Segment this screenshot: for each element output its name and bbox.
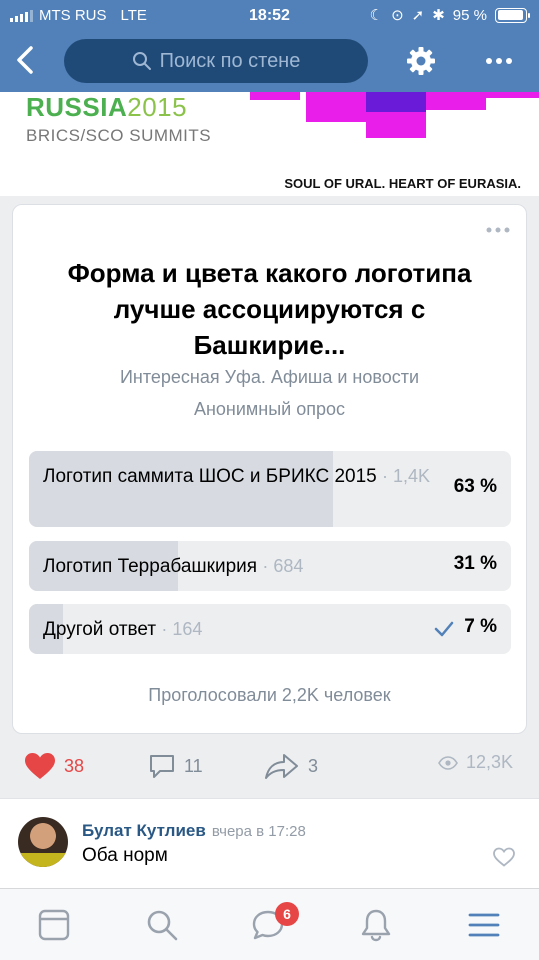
tab-notifications[interactable] <box>358 907 394 943</box>
eye-icon <box>438 755 458 770</box>
messages-badge: 6 <box>275 902 299 926</box>
poll-option-label: Логотип Террабашкирия <box>43 556 258 577</box>
poll-option-label: Логотип саммита ШОС и БРИКС 2015 <box>43 466 377 487</box>
heart-icon <box>25 753 55 779</box>
comment-text: Оба норм <box>82 845 168 866</box>
like-button[interactable]: 38 <box>24 752 84 780</box>
post-actions: 38 11 3 12,3K <box>0 742 539 792</box>
tab-news[interactable] <box>36 907 72 943</box>
poll-option-percent: 63 % <box>453 476 497 497</box>
poll-total-votes: Проголосовали 2,2K человек <box>148 685 391 705</box>
poll-option-count: · 684 <box>262 556 304 576</box>
battery-icon <box>495 7 530 23</box>
views-counter: 12,3K <box>438 752 513 773</box>
likes-count: 38 <box>64 755 85 776</box>
poll-title: Форма и цвета какого логотипа лучше ассо… <box>67 258 472 360</box>
comments-button[interactable]: 11 <box>148 752 203 780</box>
comments-count: 11 <box>184 755 203 776</box>
comment-like-icon[interactable] <box>493 847 515 867</box>
tab-bar <box>0 888 539 960</box>
status-bar: MTS RUS LTE 18:52 ☾ ⊙ ➚ ✱ 95 % <box>0 0 539 32</box>
wall-search-field[interactable]: Поиск по стене <box>64 39 368 83</box>
bluetooth-icon: ✱ <box>432 7 445 24</box>
tab-menu[interactable] <box>466 907 502 943</box>
poll-option-percent: 31 % <box>453 553 497 574</box>
banner-logo-text: RUSSIA2015 <box>26 92 188 122</box>
poll-card: Форма и цвета какого логотипа лучше ассо… <box>12 204 527 734</box>
comment-item: Булат Кутлиев вчера в 17:28 Оба норм <box>0 798 539 890</box>
avatar[interactable] <box>18 817 68 867</box>
comment-icon <box>150 755 174 778</box>
share-button[interactable]: 3 <box>264 752 318 780</box>
gear-icon[interactable] <box>404 44 438 78</box>
poll-option-count: · 164 <box>161 619 203 639</box>
battery-percent: 95 % <box>452 6 487 24</box>
back-arrow-icon[interactable] <box>10 44 42 76</box>
poll-option-count: · 1,4K <box>382 466 431 486</box>
banner-tagline: SOUL OF URAL. HEART OF EURASIA. <box>284 176 521 191</box>
post-image-banner[interactable]: RUSSIA2015 BRICS/SCO SUMMITS SOUL OF URA… <box>0 92 539 196</box>
poll-source[interactable]: Интересная Уфа. Афиша и новости <box>13 367 526 388</box>
rotation-lock-icon: ⊙ <box>391 7 404 24</box>
poll-option-percent: 7 % <box>464 616 497 637</box>
poll-option[interactable]: Логотип Террабашкирия · 684 31 % <box>29 541 511 591</box>
views-count: 12,3K <box>466 752 514 772</box>
search-placeholder: Поиск по стене <box>159 49 301 72</box>
banner-subtitle: BRICS/SCO SUMMITS <box>26 126 212 145</box>
poll-option[interactable]: Другой ответ · 164 7 % <box>29 604 511 654</box>
location-icon: ➚ <box>411 7 425 24</box>
poll-type: Анонимный опрос <box>193 399 346 419</box>
poll-menu-icon[interactable] <box>484 225 512 235</box>
share-icon <box>265 754 298 779</box>
checkmark-icon <box>434 621 454 637</box>
shares-count: 3 <box>308 755 319 776</box>
tab-search[interactable] <box>144 907 180 943</box>
poll-option-label: Другой ответ <box>43 619 157 640</box>
moon-icon: ☾ <box>369 7 384 24</box>
more-options-icon[interactable] <box>482 46 516 76</box>
comment-time: вчера в 17:28 <box>211 823 306 840</box>
poll-option[interactable]: Логотип саммита ШОС и БРИКС 2015 · 1,4K … <box>29 451 511 527</box>
search-icon <box>132 52 151 70</box>
comment-author[interactable]: Булат Кутлиев вчера в 17:28 <box>82 821 306 841</box>
